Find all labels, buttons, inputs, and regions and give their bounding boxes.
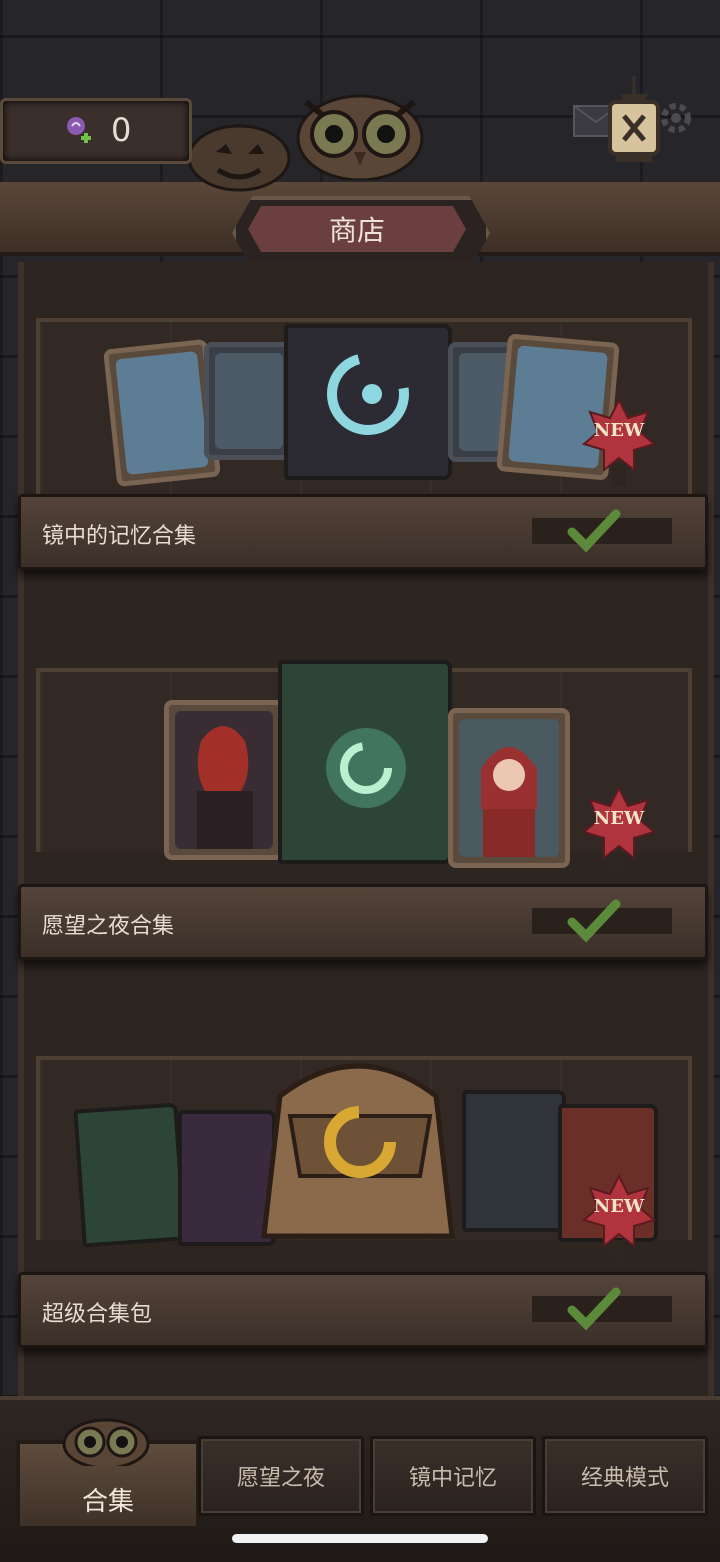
purchased-check-icon xyxy=(528,898,678,944)
purchased-check-icon xyxy=(528,508,678,554)
tab-label: 经典模式 xyxy=(580,1466,669,1491)
shelf-wishing-night[interactable]: NEW 愿望之夜合集 xyxy=(18,660,708,960)
shelf-label: 超级合集包 xyxy=(42,1302,153,1327)
tab-mirror-memory[interactable]: 镜中记忆 xyxy=(370,1436,536,1516)
moon-emblem-icon xyxy=(326,728,406,808)
home-indicator[interactable] xyxy=(232,1534,488,1543)
tab-label: 合集 xyxy=(81,1487,134,1517)
close-lantern-button[interactable] xyxy=(600,76,668,164)
girl-card xyxy=(448,708,570,868)
new-badge: NEW xyxy=(582,786,656,874)
owl-decoration xyxy=(292,80,428,182)
page-title-plate: 商店 xyxy=(248,206,466,252)
currency-display[interactable]: 0 xyxy=(0,98,192,164)
queen-card xyxy=(164,700,284,860)
tab-wishing-night[interactable]: 愿望之夜 xyxy=(198,1436,364,1516)
shelf-label: 镜中的记忆合集 xyxy=(42,524,197,549)
tab-classic-mode[interactable]: 经典模式 xyxy=(542,1436,708,1516)
shelf-super-bundle[interactable]: NEW 超级合集包 xyxy=(18,1056,708,1348)
mirror-memory-book xyxy=(462,1090,566,1232)
purchased-check-icon xyxy=(528,1286,678,1332)
wishing-night-book xyxy=(278,660,452,864)
currency-amount: 0 xyxy=(111,111,132,149)
wishing-night-book xyxy=(73,1102,187,1248)
pot-card xyxy=(204,342,294,460)
shelf-mirror-memory[interactable]: NEW 镜中的记忆合集 xyxy=(18,318,708,570)
shelf-label: 愿望之夜合集 xyxy=(42,914,175,939)
backpack-bundle xyxy=(250,1056,466,1252)
candy-plus-icon[interactable] xyxy=(63,113,95,145)
tab-label: 愿望之夜 xyxy=(236,1466,325,1491)
owl-icon xyxy=(60,1410,152,1470)
new-badge: NEW xyxy=(582,1174,656,1262)
page-title: 商店 xyxy=(328,214,385,247)
tab-label: 镜中记忆 xyxy=(408,1466,497,1491)
mirror-book xyxy=(284,324,452,480)
moon-emblem-icon xyxy=(327,353,409,435)
new-badge: NEW xyxy=(582,398,656,486)
pumpkin-decoration xyxy=(186,112,292,192)
